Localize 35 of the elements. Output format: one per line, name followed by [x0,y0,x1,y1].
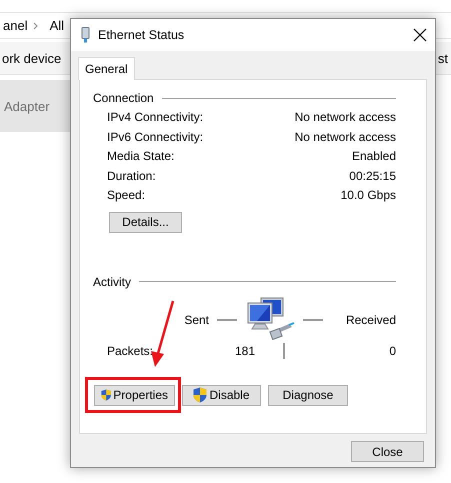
chevron-icon [32,22,39,30]
breadcrumb-item[interactable]: All [50,18,64,33]
received-count: 0 [388,344,396,358]
section-heading: Connection [93,91,154,105]
shield-icon [101,387,112,403]
action-button[interactable]: Diagnose [268,384,348,406]
field-label: Speed: [107,188,146,202]
ethernet-icon [81,27,90,43]
breadcrumb-item[interactable]: anel [3,18,28,33]
list-item[interactable]: Adapter [0,80,70,132]
toolbar-item[interactable]: st [438,50,448,66]
tab[interactable]: General [78,57,135,80]
shield-icon [193,387,208,403]
details-button[interactable]: Details... [109,212,182,232]
field-value: 00:25:15 [349,168,396,183]
field-value: Enabled [352,149,396,164]
field-label: IPv4 Connectivity: [107,110,204,124]
sent-label: Sent [183,312,209,326]
sent-count: 181 [234,344,255,358]
field-value: No network access [294,130,396,144]
field-value: 10.0 Gbps [340,188,396,202]
action-button[interactable]: Disable [182,384,261,406]
field-label: Media State: [107,149,174,164]
field-label: Duration: [107,168,156,183]
field-label: IPv6 Connectivity: [107,130,204,144]
network-computers-icon [245,296,295,342]
toolbar-item[interactable]: ork device [2,50,62,66]
field-value: No network access [294,110,396,124]
close-button[interactable]: Close [351,441,424,462]
close-icon[interactable] [413,28,427,42]
section-heading: Activity [93,274,132,288]
window-title: Ethernet Status [98,28,184,42]
received-label: Received [344,312,396,326]
packets-label: Packets: [107,344,154,358]
action-button[interactable]: Properties [94,384,175,406]
